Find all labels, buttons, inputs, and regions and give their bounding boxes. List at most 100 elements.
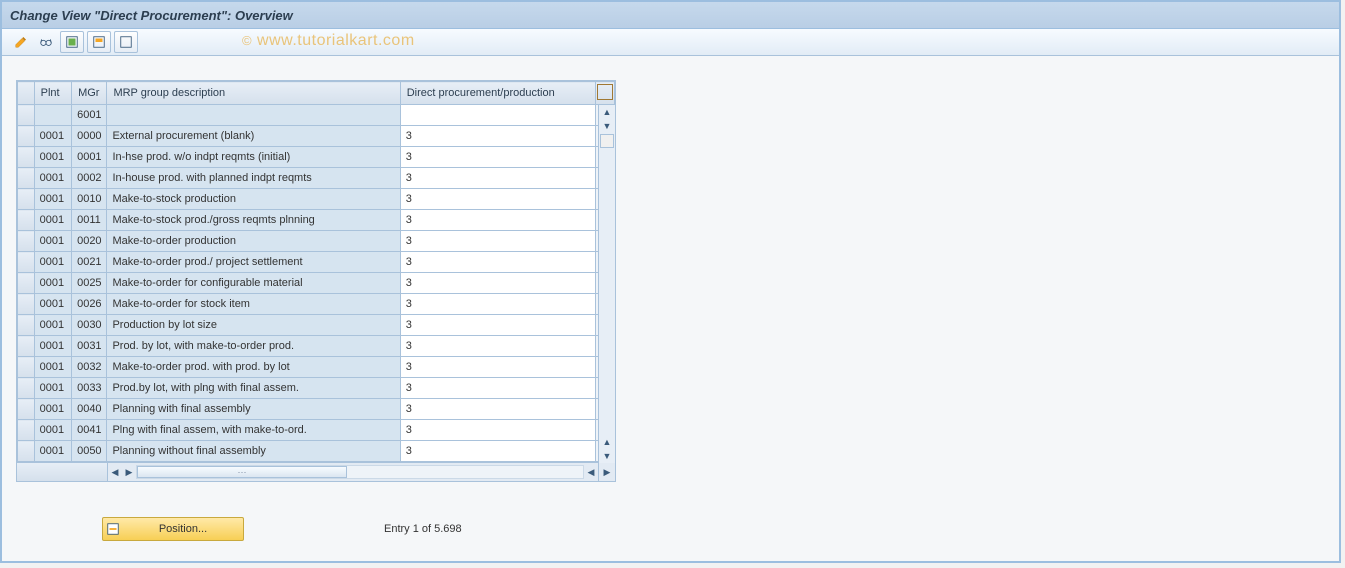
scroll-down-arrow[interactable]: ▼ bbox=[599, 449, 615, 463]
hscroll-track[interactable]: ··· bbox=[136, 465, 584, 479]
table-row: 00010002In-house prod. with planned indp… bbox=[18, 168, 615, 189]
col-select-header[interactable] bbox=[18, 82, 35, 105]
row-selector[interactable] bbox=[18, 378, 35, 399]
row-selector[interactable] bbox=[18, 210, 35, 231]
hscroll-left-arrow[interactable]: ◀ bbox=[108, 465, 122, 479]
row-selector[interactable] bbox=[18, 336, 35, 357]
cell-direct-procurement[interactable]: 3 bbox=[400, 399, 596, 420]
table-row: 00010010Make-to-stock production3 bbox=[18, 189, 615, 210]
cell-desc: Prod. by lot, with make-to-order prod. bbox=[107, 336, 400, 357]
cell-direct-procurement[interactable]: 3 bbox=[400, 126, 596, 147]
cell-plnt: 0001 bbox=[34, 441, 71, 462]
row-selector[interactable] bbox=[18, 231, 35, 252]
row-selector[interactable] bbox=[18, 420, 35, 441]
cell-direct-procurement[interactable]: 3 bbox=[400, 273, 596, 294]
cell-desc: Plng with final assem, with make-to-ord. bbox=[107, 420, 400, 441]
hscroll-right-step[interactable]: ▶ bbox=[122, 465, 136, 479]
col-mgr-header[interactable]: MGr bbox=[72, 82, 107, 105]
vertical-scrollbar[interactable]: ▲ ▼ ▲ ▼ bbox=[598, 105, 615, 463]
row-selector[interactable] bbox=[18, 399, 35, 420]
cell-desc: Make-to-order for configurable material bbox=[107, 273, 400, 294]
scroll-track[interactable] bbox=[599, 149, 615, 435]
cell-direct-procurement[interactable]: 3 bbox=[400, 168, 596, 189]
cell-direct-procurement[interactable]: 3 bbox=[400, 441, 596, 462]
scroll-up-arrow[interactable]: ▲ bbox=[599, 105, 615, 119]
row-selector[interactable] bbox=[18, 126, 35, 147]
watermark-text: www.tutorialkart.com bbox=[257, 32, 415, 49]
cell-plnt: 0001 bbox=[34, 126, 71, 147]
entry-status: Entry 1 of 5.698 bbox=[384, 523, 462, 535]
hscroll[interactable]: ◀ ▶ ··· ◀ bbox=[108, 463, 598, 481]
cell-mgr: 6001 bbox=[72, 105, 107, 126]
deselect-all-icon bbox=[119, 35, 133, 49]
table-row: 00010050Planning without final assembly3 bbox=[18, 441, 615, 462]
cell-direct-procurement[interactable]: 3 bbox=[400, 357, 596, 378]
cell-plnt: 0001 bbox=[34, 252, 71, 273]
cell-desc: External procurement (blank) bbox=[107, 126, 400, 147]
cell-mgr: 0050 bbox=[72, 441, 107, 462]
cell-direct-procurement[interactable]: 3 bbox=[400, 147, 596, 168]
cell-plnt: 0001 bbox=[34, 147, 71, 168]
position-button-label: Position... bbox=[123, 523, 243, 535]
table-row: 00010032Make-to-order prod. with prod. b… bbox=[18, 357, 615, 378]
cell-direct-procurement[interactable] bbox=[400, 105, 596, 126]
cell-desc: Prod.by lot, with plng with final assem. bbox=[107, 378, 400, 399]
cell-direct-procurement[interactable]: 3 bbox=[400, 252, 596, 273]
cell-desc: Make-to-order production bbox=[107, 231, 400, 252]
toolbar-select-all[interactable] bbox=[60, 31, 84, 53]
cell-mgr: 0033 bbox=[72, 378, 107, 399]
cell-plnt: 0001 bbox=[34, 378, 71, 399]
table-row: 00010033Prod.by lot, with plng with fina… bbox=[18, 378, 615, 399]
row-selector[interactable] bbox=[18, 315, 35, 336]
row-selector[interactable] bbox=[18, 147, 35, 168]
row-selector[interactable] bbox=[18, 189, 35, 210]
toolbar-other-view[interactable] bbox=[10, 32, 32, 52]
cell-direct-procurement[interactable]: 3 bbox=[400, 336, 596, 357]
cell-direct-procurement[interactable]: 3 bbox=[400, 315, 596, 336]
cell-mgr: 0041 bbox=[72, 420, 107, 441]
position-icon bbox=[103, 522, 123, 536]
col-plnt-header[interactable]: Plnt bbox=[34, 82, 71, 105]
row-selector[interactable] bbox=[18, 273, 35, 294]
cell-desc: In-house prod. with planned indpt reqmts bbox=[107, 168, 400, 189]
cell-direct-procurement[interactable]: 3 bbox=[400, 210, 596, 231]
cell-plnt: 0001 bbox=[34, 168, 71, 189]
row-selector[interactable] bbox=[18, 294, 35, 315]
scroll-marker[interactable] bbox=[600, 134, 614, 148]
pencil-icon bbox=[14, 35, 28, 49]
toolbar-display[interactable] bbox=[35, 32, 57, 52]
cell-direct-procurement[interactable]: 3 bbox=[400, 420, 596, 441]
position-button[interactable]: Position... bbox=[102, 517, 244, 541]
row-selector[interactable] bbox=[18, 168, 35, 189]
col-desc-header[interactable]: MRP group description bbox=[107, 82, 400, 105]
cell-direct-procurement[interactable]: 3 bbox=[400, 294, 596, 315]
cell-desc: Planning with final assembly bbox=[107, 399, 400, 420]
table-row: 6001 bbox=[18, 105, 615, 126]
table-header-row: Plnt MGr MRP group description Direct pr… bbox=[18, 82, 615, 105]
hscroll-thumb[interactable]: ··· bbox=[137, 466, 347, 478]
row-selector[interactable] bbox=[18, 441, 35, 462]
cell-direct-procurement[interactable]: 3 bbox=[400, 378, 596, 399]
table-row: 00010031Prod. by lot, with make-to-order… bbox=[18, 336, 615, 357]
cell-mgr: 0031 bbox=[72, 336, 107, 357]
cell-direct-procurement[interactable]: 3 bbox=[400, 231, 596, 252]
row-selector[interactable] bbox=[18, 105, 35, 126]
cell-desc: Production by lot size bbox=[107, 315, 400, 336]
table-row: 00010040Planning with final assembly3 bbox=[18, 399, 615, 420]
cell-direct-procurement[interactable]: 3 bbox=[400, 189, 596, 210]
row-selector[interactable] bbox=[18, 252, 35, 273]
col-dp-header[interactable]: Direct procurement/production bbox=[400, 82, 596, 105]
scroll-up-arrow-bottom[interactable]: ▲ bbox=[599, 435, 615, 449]
hscroll-right-arrow[interactable]: ▶ bbox=[598, 463, 615, 481]
table-row: 00010041Plng with final assem, with make… bbox=[18, 420, 615, 441]
scroll-down-arrow-top[interactable]: ▼ bbox=[599, 119, 615, 133]
table-row: 00010025Make-to-order for configurable m… bbox=[18, 273, 615, 294]
cell-mgr: 0021 bbox=[72, 252, 107, 273]
row-selector[interactable] bbox=[18, 357, 35, 378]
toolbar-select-block[interactable] bbox=[87, 31, 111, 53]
hscroll-left-step[interactable]: ◀ bbox=[584, 465, 598, 479]
cell-plnt: 0001 bbox=[34, 273, 71, 294]
col-config-header[interactable] bbox=[596, 82, 615, 105]
toolbar-deselect-all[interactable] bbox=[114, 31, 138, 53]
cell-mgr: 0011 bbox=[72, 210, 107, 231]
